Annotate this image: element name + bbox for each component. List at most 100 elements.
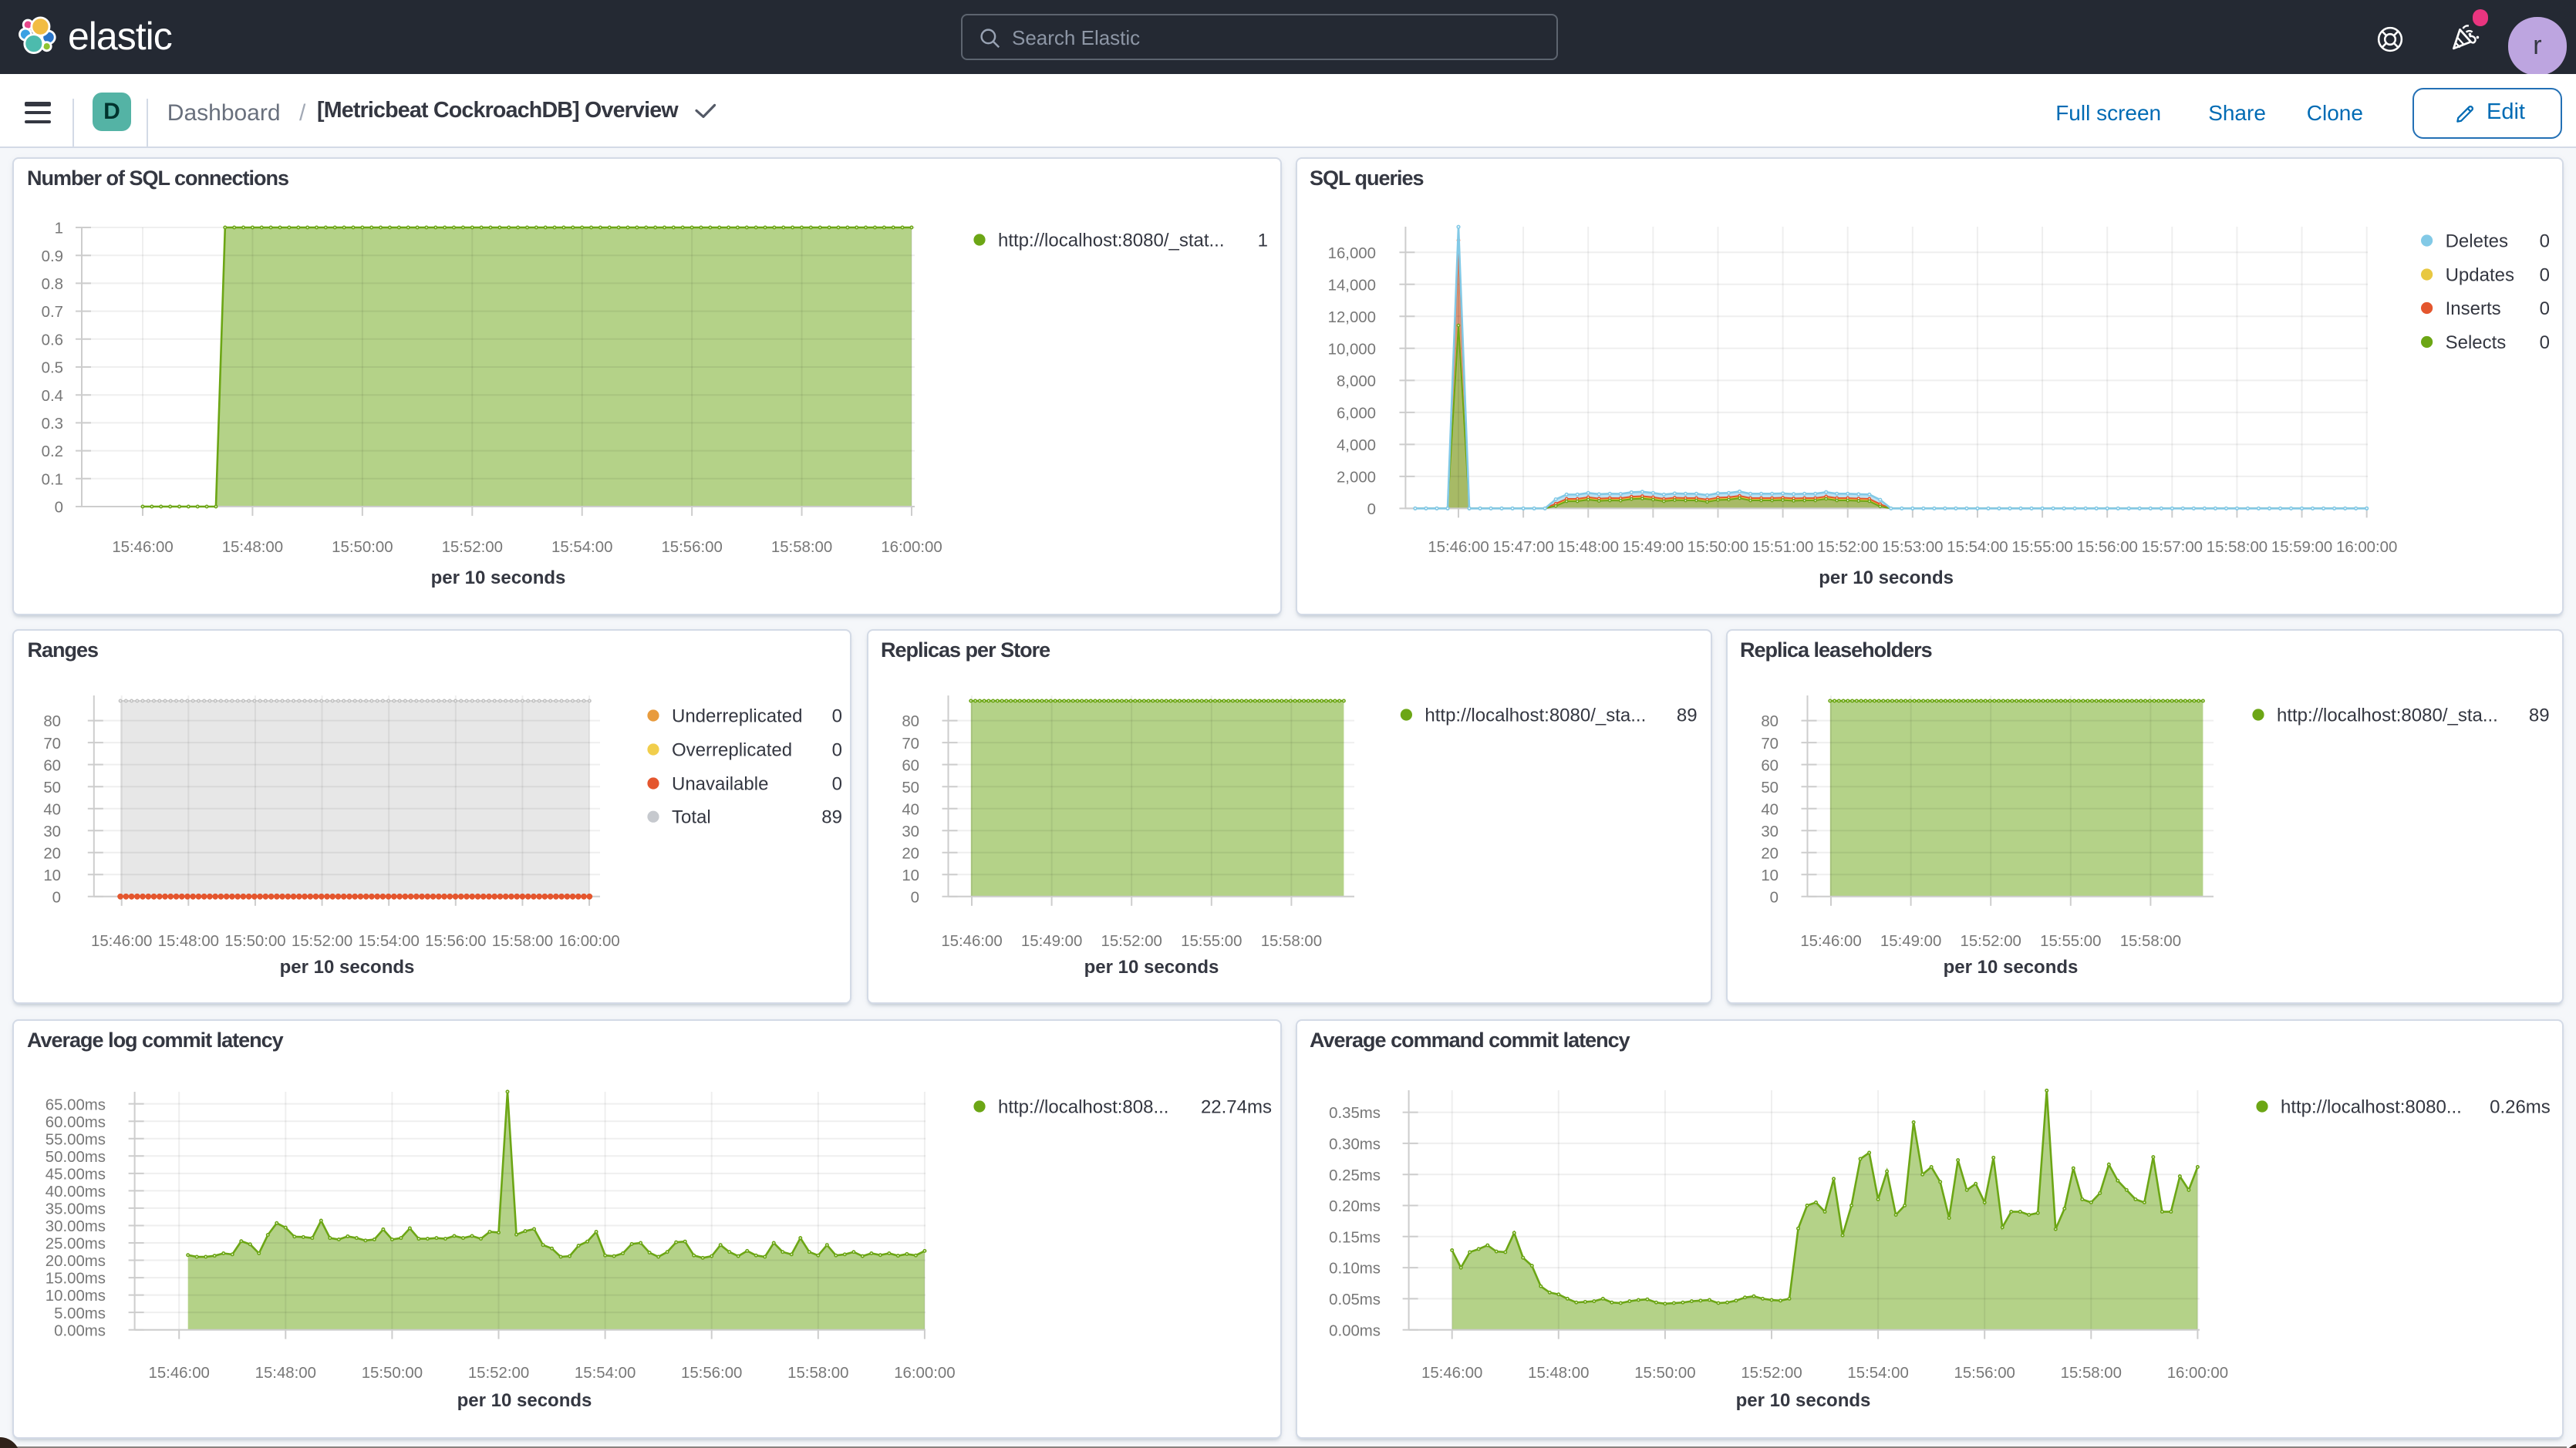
svg-text:0.1: 0.1 — [42, 471, 63, 488]
svg-text:50.00ms: 50.00ms — [46, 1148, 106, 1165]
svg-text:Selects: Selects — [2445, 332, 2506, 353]
svg-text:50: 50 — [1760, 780, 1778, 796]
svg-text:89: 89 — [822, 807, 843, 828]
svg-text:16,000: 16,000 — [1327, 245, 1375, 262]
svg-text:0: 0 — [832, 739, 842, 760]
svg-text:http://localhost:8080/_sta...: http://localhost:8080/_sta... — [1424, 705, 1645, 726]
svg-text:40: 40 — [901, 801, 919, 818]
svg-text:0: 0 — [910, 889, 919, 906]
svg-text:70: 70 — [901, 736, 919, 753]
svg-text:6,000: 6,000 — [1336, 405, 1375, 422]
svg-text:0.6: 0.6 — [42, 332, 63, 349]
svg-text:15:58:00: 15:58:00 — [787, 1364, 848, 1381]
svg-text:15:50:00: 15:50:00 — [332, 539, 393, 556]
svg-text:15:55:00: 15:55:00 — [1180, 933, 1241, 950]
svg-text:15:58:00: 15:58:00 — [2119, 933, 2180, 950]
svg-text:15:50:00: 15:50:00 — [362, 1364, 423, 1381]
svg-text:15:47:00: 15:47:00 — [1492, 539, 1553, 556]
svg-text:16:00:00: 16:00:00 — [2166, 1364, 2227, 1381]
svg-text:80: 80 — [901, 713, 919, 730]
svg-text:per 10 seconds: per 10 seconds — [457, 1389, 592, 1410]
svg-text:0.20ms: 0.20ms — [1328, 1197, 1380, 1214]
svg-text:8,000: 8,000 — [1336, 373, 1375, 390]
svg-text:1: 1 — [55, 221, 63, 237]
svg-text:55.00ms: 55.00ms — [46, 1130, 106, 1147]
svg-text:20: 20 — [1760, 845, 1778, 862]
svg-text:22.74ms: 22.74ms — [1201, 1096, 1272, 1116]
svg-text:Overreplicated: Overreplicated — [673, 739, 793, 760]
svg-text:15:58:00: 15:58:00 — [2206, 539, 2267, 556]
svg-text:30: 30 — [901, 823, 919, 840]
svg-text:15:52:00: 15:52:00 — [1740, 1364, 1801, 1381]
svg-text:10: 10 — [901, 867, 919, 884]
svg-text:15:52:00: 15:52:00 — [442, 539, 503, 556]
svg-text:15:58:00: 15:58:00 — [1260, 933, 1321, 950]
svg-text:10: 10 — [44, 867, 62, 884]
svg-text:0.26ms: 0.26ms — [2489, 1096, 2550, 1116]
svg-text:per 10 seconds: per 10 seconds — [1943, 957, 2078, 978]
svg-text:0.35ms: 0.35ms — [1328, 1104, 1380, 1121]
svg-text:45.00ms: 45.00ms — [46, 1165, 106, 1182]
svg-text:15:58:00: 15:58:00 — [771, 539, 832, 556]
svg-text:Unavailable: Unavailable — [673, 773, 769, 794]
svg-text:0.10ms: 0.10ms — [1328, 1260, 1380, 1277]
svg-text:15:52:00: 15:52:00 — [1960, 933, 2021, 950]
svg-text:15:54:00: 15:54:00 — [551, 539, 612, 556]
svg-text:50: 50 — [901, 780, 919, 796]
svg-text:16:00:00: 16:00:00 — [559, 933, 620, 950]
svg-text:60.00ms: 60.00ms — [46, 1113, 106, 1130]
svg-text:30.00ms: 30.00ms — [46, 1217, 106, 1234]
svg-text:40: 40 — [44, 801, 62, 818]
svg-text:15:54:00: 15:54:00 — [1846, 1364, 1907, 1381]
svg-text:15:48:00: 15:48:00 — [158, 933, 219, 950]
svg-text:0: 0 — [55, 500, 63, 517]
svg-text:15:56:00: 15:56:00 — [426, 933, 487, 950]
svg-text:0: 0 — [2539, 332, 2549, 353]
svg-text:20.00ms: 20.00ms — [46, 1252, 106, 1269]
svg-text:0: 0 — [832, 705, 842, 726]
svg-text:0.00ms: 0.00ms — [1328, 1322, 1380, 1339]
svg-text:0.7: 0.7 — [42, 304, 63, 321]
svg-text:60: 60 — [1760, 757, 1778, 774]
svg-text:65.00ms: 65.00ms — [46, 1096, 106, 1113]
svg-text:Underreplicated: Underreplicated — [673, 705, 803, 726]
svg-text:15:56:00: 15:56:00 — [1954, 1364, 2015, 1381]
svg-text:1: 1 — [1258, 230, 1268, 251]
svg-text:25.00ms: 25.00ms — [46, 1235, 106, 1252]
svg-text:15:50:00: 15:50:00 — [1634, 1364, 1694, 1381]
svg-text:0: 0 — [2539, 231, 2549, 251]
svg-text:0.30ms: 0.30ms — [1328, 1136, 1380, 1153]
svg-text:0: 0 — [1367, 501, 1375, 518]
svg-text:10,000: 10,000 — [1327, 341, 1375, 358]
svg-text:http://localhost:8080/_stat...: http://localhost:8080/_stat... — [998, 230, 1225, 251]
svg-text:0.00ms: 0.00ms — [54, 1322, 106, 1339]
svg-text:16:00:00: 16:00:00 — [894, 1364, 955, 1381]
svg-text:Inserts: Inserts — [2445, 298, 2500, 319]
svg-text:15:46:00: 15:46:00 — [112, 539, 173, 556]
svg-text:15:46:00: 15:46:00 — [940, 933, 1001, 950]
svg-text:0.9: 0.9 — [42, 248, 63, 265]
svg-text:0.3: 0.3 — [42, 416, 63, 433]
svg-text:per 10 seconds: per 10 seconds — [280, 957, 415, 978]
svg-text:16:00:00: 16:00:00 — [881, 539, 942, 556]
svg-text:15:49:00: 15:49:00 — [1020, 933, 1081, 950]
svg-text:15:46:00: 15:46:00 — [1427, 539, 1488, 556]
svg-text:89: 89 — [2528, 705, 2549, 726]
svg-text:Deletes: Deletes — [2445, 231, 2507, 251]
svg-text:15:54:00: 15:54:00 — [1946, 539, 2007, 556]
svg-text:15:56:00: 15:56:00 — [681, 1364, 742, 1381]
svg-text:Total: Total — [673, 807, 712, 828]
svg-text:89: 89 — [1676, 705, 1697, 726]
svg-text:60: 60 — [901, 757, 919, 774]
svg-text:40.00ms: 40.00ms — [46, 1183, 106, 1200]
svg-text:per 10 seconds: per 10 seconds — [1735, 1389, 1870, 1410]
svg-text:15:46:00: 15:46:00 — [92, 933, 153, 950]
svg-text:15:56:00: 15:56:00 — [2076, 539, 2137, 556]
svg-text:15:46:00: 15:46:00 — [149, 1364, 210, 1381]
svg-text:Updates: Updates — [2445, 264, 2514, 285]
svg-text:10: 10 — [1760, 867, 1778, 884]
svg-text:80: 80 — [44, 713, 62, 730]
svg-text:15:52:00: 15:52:00 — [468, 1364, 529, 1381]
svg-text:per 10 seconds: per 10 seconds — [1084, 957, 1219, 978]
svg-text:15:46:00: 15:46:00 — [1421, 1364, 1482, 1381]
